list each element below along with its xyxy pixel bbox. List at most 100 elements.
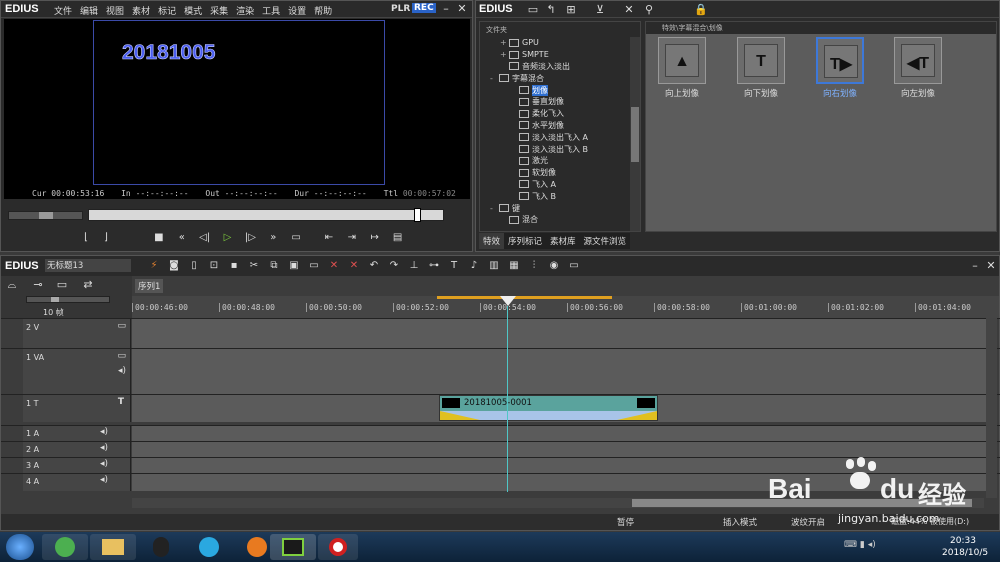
overwrite-icon[interactable]: ⇥ — [342, 231, 362, 245]
menu-file[interactable]: 文件 — [54, 4, 72, 17]
tree-item[interactable]: 淡入淡出飞入 B — [482, 143, 630, 155]
menu-render[interactable]: 渲染 — [236, 4, 254, 17]
tree-expander-icon[interactable]: + — [500, 50, 509, 59]
step-back-icon[interactable]: ◁| — [195, 231, 215, 245]
track-head[interactable]: 2 A ◂) — [23, 442, 131, 457]
fast-forward-icon[interactable]: » — [263, 231, 283, 245]
title-icon[interactable]: T — [444, 259, 464, 273]
replace-icon[interactable]: ↦ — [365, 231, 385, 245]
menu-marker[interactable]: 标记 — [158, 4, 176, 17]
snap-icon[interactable]: ⊥ — [404, 259, 424, 273]
cut-icon[interactable]: ✂ — [244, 259, 264, 273]
open-icon[interactable]: ⊡ — [204, 259, 224, 273]
time-ruler[interactable]: 00:00:46:00 00:00:48:00 00:00:50:00 00:00:5… — [132, 296, 999, 318]
copy-icon[interactable]: ⧉ — [264, 259, 284, 273]
color-bar-icon[interactable]: ▥ — [484, 259, 504, 273]
tree-item[interactable]: - 字幕混合 — [482, 72, 630, 84]
camera-icon[interactable]: ◙ — [164, 259, 184, 273]
network-icon[interactable]: ▮ — [860, 540, 865, 550]
undo-icon[interactable]: ↶ — [364, 259, 384, 273]
tab-bin[interactable]: 素材库 — [546, 233, 580, 249]
menu-clip[interactable]: 素材 — [132, 4, 150, 17]
step-forward-icon[interactable]: |▷ — [240, 231, 260, 245]
lock-icon[interactable]: 🔒 — [694, 3, 708, 17]
tree-item[interactable]: 激光 — [482, 155, 630, 167]
start-button[interactable] — [6, 534, 34, 560]
zoom-thumb[interactable] — [51, 297, 59, 302]
ripple-delete-icon[interactable]: ✕ — [344, 259, 364, 273]
tree-scrollbar[interactable] — [630, 37, 640, 231]
tab-sequence-markers[interactable]: 序列标记 — [504, 233, 547, 249]
menu-edit[interactable]: 编辑 — [80, 4, 98, 17]
track-video-icon[interactable]: ▭ — [117, 321, 126, 331]
keyboard-icon[interactable]: ⌨ — [844, 540, 857, 550]
tree-item[interactable]: 垂直划像 — [482, 96, 630, 108]
tree-item[interactable]: 音频淡入淡出 — [482, 61, 630, 73]
menu-settings[interactable]: 设置 — [288, 4, 306, 17]
output-icon[interactable]: ▤ — [388, 231, 408, 245]
menu-help[interactable]: 帮助 — [314, 4, 332, 17]
tree-item[interactable]: 水平划像 — [482, 120, 630, 132]
up-icon[interactable]: ↰ — [544, 3, 558, 17]
speaker-icon[interactable]: ◂) — [100, 459, 108, 469]
filter-icon[interactable]: ⚲ — [642, 3, 656, 17]
clock-date[interactable]: 2018/10/5 — [942, 548, 988, 558]
tree-item[interactable]: 柔化飞入 — [482, 108, 630, 120]
effect-thumb-down[interactable]: T — [737, 37, 785, 84]
set-out-icon[interactable]: ⌋ — [96, 231, 116, 245]
mic-icon[interactable]: ♪ — [464, 259, 484, 273]
position-thumb[interactable] — [414, 208, 421, 222]
track-head[interactable]: 2 V ▭ — [23, 319, 131, 348]
save-icon[interactable]: ▪ — [224, 259, 244, 273]
play-icon[interactable]: ▷ — [218, 231, 238, 245]
track-body[interactable] — [132, 319, 987, 348]
tree-item[interactable]: 飞入 B — [482, 190, 630, 202]
redo-icon[interactable]: ↷ — [384, 259, 404, 273]
title-clip[interactable]: 20181005-0001 — [439, 395, 658, 421]
sync-icon[interactable]: ⇄ — [81, 278, 95, 292]
group-icon[interactable]: ▭ — [55, 278, 69, 292]
layout-icon[interactable]: ▭ — [564, 259, 584, 273]
plr-toggle[interactable]: PLR — [391, 4, 410, 14]
tree-item[interactable]: 淡入淡出飞入 A — [482, 131, 630, 143]
tree-item[interactable]: 划像 — [482, 84, 630, 96]
minimize-icon[interactable]: – — [439, 2, 453, 16]
rec-toggle[interactable]: REC — [412, 3, 436, 13]
grid-icon[interactable]: ▦ — [504, 259, 524, 273]
tab-effects[interactable]: 特效 — [479, 233, 505, 249]
playhead-marker[interactable] — [500, 296, 516, 306]
link-icon[interactable]: ⊶ — [424, 259, 444, 273]
taskbar-app-360[interactable] — [42, 534, 88, 560]
zoom-level[interactable]: 10 帧 — [43, 307, 64, 318]
track-view-icon[interactable]: ⌓ — [5, 278, 19, 292]
add-effect-icon[interactable]: ⊻ — [593, 3, 607, 17]
tree-item[interactable]: 混合 — [482, 214, 630, 226]
status-insert-mode[interactable]: 插入模式 — [723, 516, 757, 528]
track-head[interactable]: 1 A ◂) — [23, 426, 131, 441]
timeline-minimize-icon[interactable]: – — [968, 259, 982, 273]
speaker-icon[interactable]: ◂) — [100, 475, 108, 485]
volume-icon[interactable]: ◂) — [868, 540, 876, 550]
track-link-icon[interactable]: ⊸ — [31, 278, 45, 292]
timeline-close-icon[interactable]: ✕ — [984, 259, 998, 273]
new-icon[interactable]: ▯ — [184, 259, 204, 273]
effect-thumb-up[interactable]: ▲ — [658, 37, 706, 84]
speaker-icon[interactable]: ◂) — [118, 366, 126, 376]
effect-thumb-right[interactable]: T▶ — [816, 37, 864, 84]
tree-item[interactable]: + GPU — [482, 37, 630, 49]
record-icon[interactable]: ◉ — [544, 259, 564, 273]
track-body[interactable] — [132, 349, 987, 394]
menu-view[interactable]: 视图 — [106, 4, 124, 17]
effect-thumb-left[interactable]: ◀T — [894, 37, 942, 84]
taskbar-app-edius[interactable] — [270, 534, 316, 560]
folder-icon[interactable]: ▭ — [526, 3, 540, 17]
new-folder-icon[interactable]: ⊞ — [564, 3, 578, 17]
track-body[interactable] — [132, 426, 987, 441]
taskbar-app-qq[interactable] — [138, 534, 184, 560]
mix-in[interactable] — [440, 411, 480, 420]
tree-expander-icon[interactable]: - — [490, 74, 499, 83]
menu-tools[interactable]: 工具 — [262, 4, 280, 17]
rewind-icon[interactable]: « — [172, 231, 192, 245]
taskbar-app-explorer[interactable] — [90, 534, 136, 560]
taskbar-app-recorder[interactable] — [318, 534, 358, 560]
